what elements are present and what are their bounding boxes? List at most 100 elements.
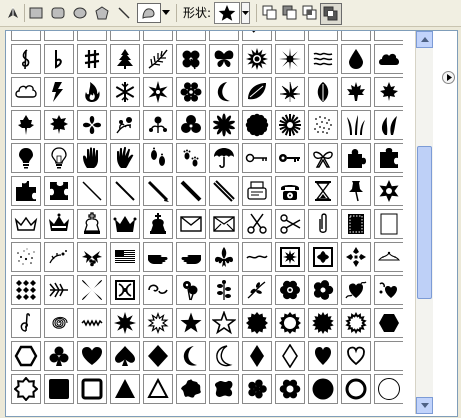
combine-subtract-button[interactable] [280,3,300,23]
shape-diamond-pattern[interactable] [11,275,41,305]
shape-envelope[interactable] [176,209,206,239]
shape-butterfly[interactable] [209,44,239,74]
rectangle-tool-button[interactable] [26,3,46,23]
shape-key-2[interactable] [275,143,305,173]
shape-star-outline[interactable] [209,308,239,338]
shape-envelope-open[interactable] [209,209,239,239]
shape-sharp-note[interactable] [77,44,107,74]
shape-raindrop[interactable] [341,44,371,74]
rounded-rectangle-tool-button[interactable] [48,3,68,23]
shape-holly[interactable] [77,242,107,272]
shape-bow[interactable] [308,143,338,173]
pen-tool-button[interactable] [3,3,23,23]
shape-cloud-partial[interactable] [143,31,173,41]
combine-intersect-button[interactable] [300,3,320,23]
line-tool-button[interactable] [114,3,134,23]
shape-blank-partial[interactable] [374,341,403,371]
shape-flower-2[interactable] [242,110,272,140]
shape-dots[interactable] [308,110,338,140]
shape-club[interactable] [44,341,74,371]
shape-square-ornament[interactable] [110,275,140,305]
shape-clover[interactable] [176,110,206,140]
shape-snowflake-3[interactable] [176,77,206,107]
shape-splat-dots[interactable] [11,242,41,272]
shape-hourglass[interactable] [308,176,338,206]
shape-light-bulb-outline[interactable] [44,143,74,173]
shape-hexagon[interactable] [374,308,403,338]
shape-snowflake-2[interactable] [143,77,173,107]
shape-grass[interactable] [341,110,371,140]
shape-badge-seal-2[interactable] [275,308,305,338]
shape-tiara[interactable] [374,242,403,272]
shape-spiral-ornament[interactable] [11,308,41,338]
shape-sunburst[interactable] [242,44,272,74]
shape-sheriff-star[interactable] [374,176,403,206]
shape-fern[interactable] [143,44,173,74]
shape-stamp[interactable] [341,209,371,239]
shape-frame-ornament-2[interactable] [308,242,338,272]
shape-diamond-ornament[interactable] [341,242,371,272]
shape-crown-4[interactable] [143,209,173,239]
shape-starburst-2[interactable] [143,308,173,338]
shape-ornament-1[interactable] [44,242,74,272]
shape-picker-dropdown[interactable] [241,2,250,24]
shape-bird-partial[interactable] [176,31,206,41]
shape-treble-clef[interactable] [11,44,41,74]
scroll-up-button[interactable] [416,31,433,48]
shape-hand-2[interactable] [110,143,140,173]
shape-splat[interactable] [176,374,206,404]
shape-floral-ornament[interactable] [110,110,140,140]
shape-maple-leaf-2[interactable] [374,77,403,107]
shape-tree-partial[interactable] [275,31,305,41]
shape-puzzle-piece-3[interactable] [11,176,41,206]
shape-light-bulb[interactable] [11,143,41,173]
combine-add-button[interactable] [260,3,280,23]
shape-heart-flourish[interactable] [341,275,371,305]
shape-diamond-outline[interactable] [275,341,305,371]
shape-heart-flourish-2[interactable] [374,275,403,305]
shape-diamond-card[interactable] [242,341,272,371]
shape-flower-4[interactable] [275,275,305,305]
shape-vine-1[interactable] [209,275,239,305]
shape-spiral[interactable] [44,308,74,338]
shape-spade[interactable] [110,341,140,371]
shape-fax[interactable] [242,176,272,206]
shape-star-5[interactable] [176,308,206,338]
shape-leaf-2[interactable] [308,77,338,107]
shape-grass-partial[interactable] [209,31,239,41]
shape-badge-seal-1[interactable] [242,308,272,338]
shape-pencil[interactable] [143,176,173,206]
shape-pointing-hand-2[interactable] [176,242,206,272]
shape-line-2[interactable] [110,176,140,206]
shape-frame-ornament-1[interactable] [275,242,305,272]
shape-hexagon-outline[interactable] [11,341,41,371]
shape-flower-ornament-1[interactable] [77,110,107,140]
scrollbar-thumb[interactable] [417,146,432,299]
shape-starburst-1[interactable] [110,308,140,338]
shape-maple-leaf-3[interactable] [11,110,41,140]
shape-triangle[interactable] [110,374,140,404]
shape-hand-1[interactable] [77,143,107,173]
shape-badge-seal-3[interactable] [308,308,338,338]
polygon-tool-button[interactable] [92,3,112,23]
shape-heart-2[interactable] [308,341,338,371]
shape-circle-thin[interactable] [374,374,403,404]
shape-maple-leaf-1[interactable] [341,77,371,107]
shape-fire[interactable] [77,77,107,107]
shape-square-outline[interactable] [77,374,107,404]
shape-cloud-outline[interactable] [11,77,41,107]
shape-diamond[interactable] [143,341,173,371]
shape-badge-seal-4[interactable] [341,308,371,338]
shape-blob[interactable] [209,374,239,404]
shape-crown-3[interactable] [110,209,140,239]
shape-flower-7[interactable] [275,374,305,404]
shape-waves[interactable] [308,44,338,74]
shape-flower-6[interactable] [242,374,272,404]
shape-circle-outline[interactable] [341,374,371,404]
shape-flower-bouquet[interactable] [176,275,206,305]
shape-puzzle-piece-1[interactable] [341,143,371,173]
shape-sun-partial[interactable] [308,31,338,41]
shape-pencil-2[interactable] [176,176,206,206]
shape-picker-preview[interactable] [214,2,240,24]
shape-pointing-hand-1[interactable] [143,242,173,272]
